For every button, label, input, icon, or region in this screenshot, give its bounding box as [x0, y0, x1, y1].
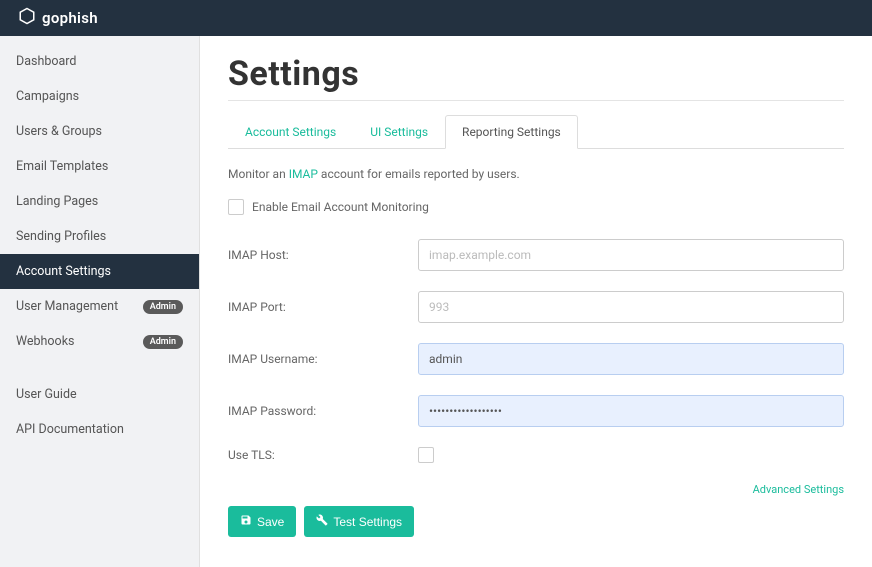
sidebar-item-webhooks[interactable]: Webhooks Admin	[0, 324, 199, 359]
use-tls-row: Use TLS:	[228, 447, 844, 463]
sidebar-item-label: Dashboard	[16, 54, 76, 69]
save-button[interactable]: Save	[228, 506, 296, 537]
sidebar-item-label: Webhooks	[16, 334, 74, 349]
advanced-settings-row: Advanced Settings	[228, 483, 844, 496]
title-divider	[228, 100, 844, 101]
imap-username-label: IMAP Username:	[228, 352, 418, 366]
test-settings-button[interactable]: Test Settings	[304, 506, 414, 537]
imap-password-label: IMAP Password:	[228, 404, 418, 418]
use-tls-label: Use TLS:	[228, 448, 418, 462]
brand[interactable]: gophish	[18, 7, 98, 29]
imap-port-input[interactable]	[418, 291, 844, 323]
advanced-settings-link[interactable]: Advanced Settings	[753, 483, 844, 496]
imap-link[interactable]: IMAP	[289, 167, 318, 181]
sidebar-item-api-documentation[interactable]: API Documentation	[0, 412, 199, 447]
sidebar-item-label: Landing Pages	[16, 194, 98, 209]
sidebar: Dashboard Campaigns Users & Groups Email…	[0, 36, 200, 567]
imap-password-input[interactable]	[418, 395, 844, 427]
imap-port-row: IMAP Port:	[228, 291, 844, 323]
imap-host-row: IMAP Host:	[228, 239, 844, 271]
enable-monitoring-checkbox[interactable]	[228, 199, 244, 215]
sidebar-item-user-management[interactable]: User Management Admin	[0, 289, 199, 324]
sidebar-item-landing-pages[interactable]: Landing Pages	[0, 184, 199, 219]
imap-host-input[interactable]	[418, 239, 844, 271]
enable-monitoring-label: Enable Email Account Monitoring	[252, 200, 429, 214]
sidebar-item-label: API Documentation	[16, 422, 124, 437]
sidebar-item-label: User Guide	[16, 387, 77, 402]
sidebar-item-users-groups[interactable]: Users & Groups	[0, 114, 199, 149]
use-tls-checkbox[interactable]	[418, 447, 434, 463]
topbar: gophish	[0, 0, 872, 36]
brand-text: gophish	[42, 9, 98, 27]
imap-host-label: IMAP Host:	[228, 248, 418, 262]
button-row: Save Test Settings	[228, 506, 844, 537]
sidebar-item-sending-profiles[interactable]: Sending Profiles	[0, 219, 199, 254]
sidebar-item-user-guide[interactable]: User Guide	[0, 377, 199, 412]
sidebar-item-label: Campaigns	[16, 89, 79, 104]
main-content: Settings Account Settings UI Settings Re…	[200, 36, 872, 567]
tab-reporting-settings[interactable]: Reporting Settings	[445, 115, 578, 149]
page-title: Settings	[228, 54, 844, 94]
enable-monitoring-row: Enable Email Account Monitoring	[228, 199, 844, 215]
sidebar-item-email-templates[interactable]: Email Templates	[0, 149, 199, 184]
tab-account-settings[interactable]: Account Settings	[228, 115, 353, 149]
sidebar-item-label: Sending Profiles	[16, 229, 106, 244]
sidebar-item-label: Users & Groups	[16, 124, 102, 139]
admin-badge: Admin	[143, 300, 183, 314]
sidebar-item-label: User Management	[16, 299, 118, 314]
imap-username-input[interactable]	[418, 343, 844, 375]
logo-icon	[18, 7, 36, 29]
wrench-icon	[316, 514, 328, 529]
help-text: Monitor an IMAP account for emails repor…	[228, 167, 844, 181]
tabs: Account Settings UI Settings Reporting S…	[228, 115, 844, 149]
admin-badge: Admin	[143, 335, 183, 349]
imap-port-label: IMAP Port:	[228, 300, 418, 314]
save-icon	[240, 514, 252, 529]
imap-username-row: IMAP Username:	[228, 343, 844, 375]
sidebar-item-account-settings[interactable]: Account Settings	[0, 254, 199, 289]
sidebar-item-label: Email Templates	[16, 159, 108, 174]
imap-password-row: IMAP Password:	[228, 395, 844, 427]
sidebar-item-label: Account Settings	[16, 264, 111, 279]
tab-ui-settings[interactable]: UI Settings	[353, 115, 445, 149]
sidebar-item-campaigns[interactable]: Campaigns	[0, 79, 199, 114]
sidebar-item-dashboard[interactable]: Dashboard	[0, 44, 199, 79]
